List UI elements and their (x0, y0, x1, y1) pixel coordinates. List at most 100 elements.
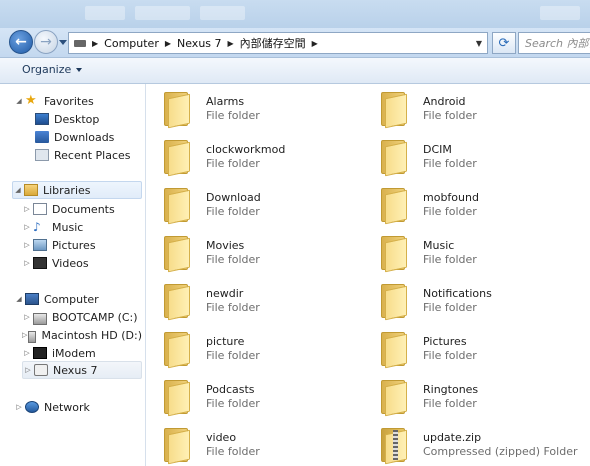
item-name: picture (206, 335, 245, 348)
nav-item-pictures[interactable]: ▷ Pictures (22, 236, 142, 254)
expand-triangle-icon[interactable]: ▷ (22, 259, 32, 267)
nav-item-label: Downloads (54, 130, 115, 144)
item-name: mobfound (423, 191, 479, 204)
navigation-pane: ◢ ★ Favorites Desktop Downloads Recent P… (0, 84, 146, 466)
breadcrumb-separator-icon[interactable]: ▶ (159, 39, 177, 48)
item-type: File folder (206, 109, 260, 122)
nav-item-label: BOOTCAMP (C:) (52, 310, 138, 324)
nav-item-nexus7[interactable]: ▷ Nexus 7 (22, 361, 142, 379)
breadcrumb-computer[interactable]: Computer (104, 37, 159, 50)
collapse-triangle-icon[interactable]: ◢ (14, 97, 24, 105)
nav-item-imodem[interactable]: ▷ iModem (22, 344, 142, 362)
search-input[interactable]: Search 內部儲存 (518, 32, 590, 54)
expand-triangle-icon[interactable]: ▷ (22, 241, 32, 249)
expand-triangle-icon[interactable]: ▷ (22, 349, 32, 357)
list-item[interactable]: Ringtones File folder (379, 378, 478, 422)
item-name: Ringtones (423, 383, 479, 396)
expand-triangle-icon[interactable]: ▷ (14, 403, 24, 411)
folder-icon (379, 282, 411, 321)
list-item[interactable]: Download File folder (162, 186, 261, 230)
expand-triangle-icon[interactable]: ▷ (22, 223, 32, 231)
breadcrumb-internal-storage[interactable]: 內部儲存空間 (240, 35, 306, 51)
address-dropdown-icon[interactable]: ▼ (471, 33, 487, 53)
nav-item-videos[interactable]: ▷ Videos (22, 254, 142, 272)
item-type: File folder (423, 205, 477, 218)
list-item[interactable]: Alarms File folder (162, 90, 260, 134)
documents-icon (33, 203, 47, 215)
folder-icon (162, 90, 194, 129)
nav-item-downloads[interactable]: Downloads (24, 128, 142, 146)
nav-item-macintosh-hd[interactable]: ▷ Macintosh HD (D:) (22, 326, 142, 344)
nav-libraries-label: Libraries (43, 183, 91, 197)
list-item[interactable]: mobfound File folder (379, 186, 479, 230)
folder-icon (379, 378, 411, 417)
collapse-triangle-icon[interactable]: ◢ (14, 295, 24, 303)
refresh-button[interactable]: ⟳ (492, 32, 516, 54)
film-icon (33, 257, 47, 269)
item-name: video (206, 431, 237, 444)
list-item[interactable]: Pictures File folder (379, 330, 477, 374)
list-item[interactable]: video File folder (162, 426, 260, 466)
collapse-triangle-icon[interactable]: ◢ (13, 186, 23, 194)
nav-item-label: iModem (52, 346, 96, 360)
organize-button[interactable]: Organize (22, 63, 83, 76)
nav-item-bootcamp[interactable]: ▷ BOOTCAMP (C:) (22, 308, 142, 326)
item-type: File folder (206, 253, 260, 266)
nav-libraries[interactable]: ◢ Libraries (12, 181, 142, 199)
recent-places-icon (35, 149, 49, 161)
item-name: Android (423, 95, 466, 108)
item-name: Notifications (423, 287, 492, 300)
folder-icon (379, 330, 411, 369)
list-item[interactable]: Android File folder (379, 90, 477, 134)
list-item[interactable]: clockworkmod File folder (162, 138, 285, 182)
nav-computer[interactable]: ◢ Computer (14, 290, 142, 308)
item-type: File folder (206, 349, 260, 362)
zip-folder-icon (379, 426, 411, 465)
folder-icon (162, 330, 194, 369)
refresh-icon: ⟳ (498, 35, 510, 51)
network-icon (25, 401, 39, 413)
list-item[interactable]: picture File folder (162, 330, 260, 374)
back-button[interactable]: ← (9, 30, 33, 54)
folder-icon (162, 378, 194, 417)
forward-button[interactable]: → (34, 30, 58, 54)
list-item[interactable]: Movies File folder (162, 234, 260, 278)
expand-triangle-icon[interactable]: ▷ (22, 205, 32, 213)
nav-item-music[interactable]: ▷ ♪ Music (22, 218, 142, 236)
nav-item-label: Desktop (54, 112, 100, 126)
breadcrumb-nexus7[interactable]: Nexus 7 (177, 37, 222, 50)
list-item[interactable]: DCIM File folder (379, 138, 477, 182)
recent-pages-dropdown[interactable] (59, 40, 67, 45)
desktop-icon (35, 113, 49, 125)
chevron-down-icon (76, 67, 83, 72)
list-item[interactable]: update.zip Compressed (zipped) Folder (379, 426, 577, 466)
nav-item-label: Videos (52, 256, 89, 270)
list-item[interactable]: Music File folder (379, 234, 477, 278)
nav-favorites[interactable]: ◢ ★ Favorites (14, 92, 142, 110)
item-type: File folder (423, 397, 477, 410)
nav-item-desktop[interactable]: Desktop (24, 110, 142, 128)
item-type: File folder (423, 157, 477, 170)
pictures-icon (33, 239, 47, 251)
expand-triangle-icon[interactable]: ▷ (22, 313, 32, 321)
expand-triangle-icon[interactable]: ▷ (23, 366, 33, 374)
item-name: newdir (206, 287, 244, 300)
address-bar[interactable]: ▶ Computer ▶ Nexus 7 ▶ 內部儲存空間 ▶ ▼ (68, 32, 488, 54)
nav-item-documents[interactable]: ▷ Documents (22, 200, 142, 218)
folder-icon (379, 186, 411, 225)
nav-network[interactable]: ▷ Network (14, 398, 142, 416)
breadcrumb-separator-icon[interactable]: ▶ (86, 39, 104, 48)
expand-triangle-icon[interactable]: ▷ (22, 331, 27, 339)
breadcrumb-separator-icon[interactable]: ▶ (306, 39, 324, 48)
window-titlebar (0, 0, 590, 28)
nav-item-recent-places[interactable]: Recent Places (24, 146, 142, 164)
list-item[interactable]: Notifications File folder (379, 282, 492, 326)
folder-icon (379, 90, 411, 129)
folder-icon (162, 234, 194, 273)
list-item[interactable]: newdir File folder (162, 282, 260, 326)
search-placeholder: Search 內部儲存 (525, 37, 590, 50)
breadcrumb-separator-icon[interactable]: ▶ (222, 39, 240, 48)
item-name: Alarms (206, 95, 245, 108)
nav-favorites-label: Favorites (44, 94, 94, 108)
list-item[interactable]: Podcasts File folder (162, 378, 260, 422)
